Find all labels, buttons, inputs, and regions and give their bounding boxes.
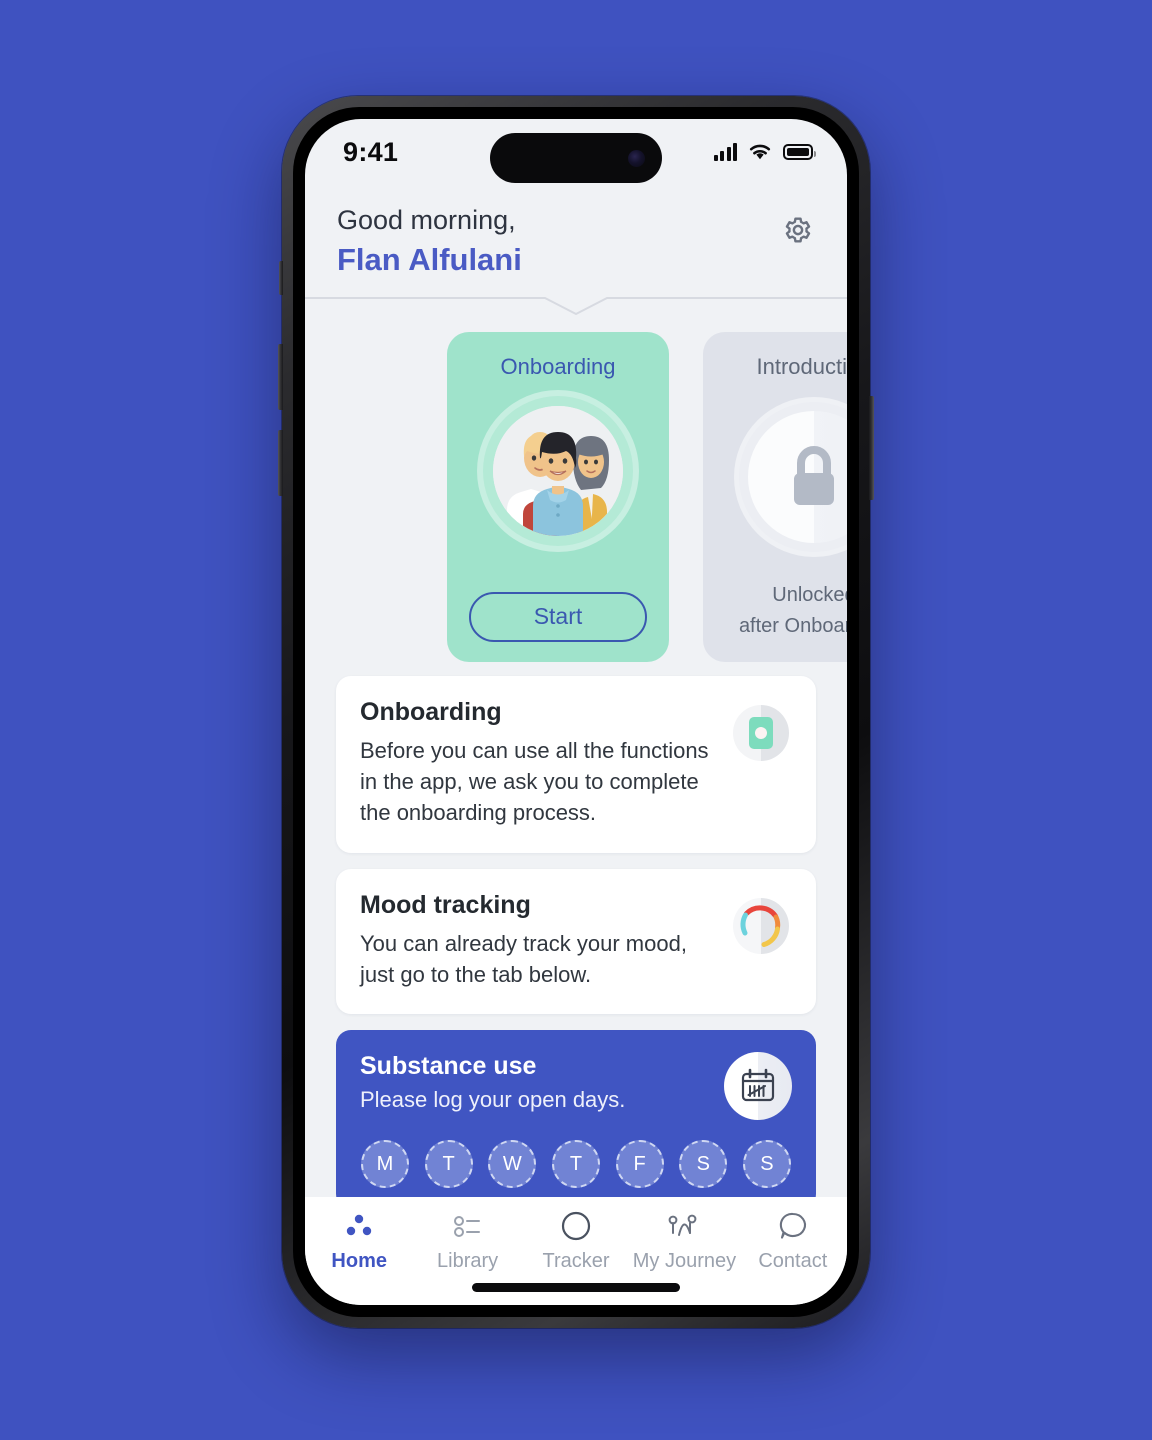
info-card-text: Onboarding Before you can use all the fu… xyxy=(360,698,716,829)
front-camera-icon xyxy=(628,149,645,167)
day-chip-thursday[interactable]: T xyxy=(551,1140,600,1189)
week-days-row[interactable]: M T W T F S S xyxy=(360,1140,792,1189)
volume-up-button[interactable] xyxy=(278,344,283,410)
locked-note: Unlocked after Onboarding xyxy=(739,580,847,642)
mood-donut-icon xyxy=(730,895,792,957)
speech-bubble-icon xyxy=(777,1209,809,1243)
promo-card-onboarding[interactable]: Onboarding Start xyxy=(447,331,669,662)
info-card-text: Mood tracking You can already track your… xyxy=(360,891,716,990)
volume-down-button[interactable] xyxy=(278,430,283,496)
door-progress-icon xyxy=(730,702,792,764)
tab-label: Tracker xyxy=(542,1250,610,1272)
substance-card-top: Substance use Please log your open days. xyxy=(360,1052,792,1121)
page-header: Good morning, Flan Alfulani xyxy=(305,185,847,280)
greeting-text: Good morning, xyxy=(337,205,516,235)
tab-label: My Journey xyxy=(632,1250,737,1272)
three-people-illustration xyxy=(493,405,623,536)
lock-ring xyxy=(739,401,847,552)
tab-contact[interactable]: Contact xyxy=(739,1209,847,1273)
phone-device: 9:41 Good morning, Flan Alfulani Onboard… xyxy=(278,96,874,1328)
dots-home-icon xyxy=(344,1209,374,1243)
info-card-body: Before you can use all the functions in … xyxy=(360,737,709,826)
bottom-tab-bar: Home Library Tracker My Journey Contact xyxy=(305,1197,847,1305)
phone-screen: 9:41 Good morning, Flan Alfulani Onboard… xyxy=(305,119,847,1305)
start-button[interactable]: Start xyxy=(469,591,647,642)
lock-inner xyxy=(748,410,847,543)
tab-label: Home xyxy=(331,1250,387,1272)
status-time: 9:41 xyxy=(343,136,399,167)
day-chip-tuesday[interactable]: T xyxy=(424,1140,473,1189)
cellular-signal-icon xyxy=(713,143,737,161)
tab-library[interactable]: Library xyxy=(413,1209,521,1273)
info-cards-area: Onboarding Before you can use all the fu… xyxy=(305,662,847,1210)
day-chip-sunday[interactable]: S xyxy=(742,1140,791,1189)
gear-icon xyxy=(785,217,811,243)
dynamic-island xyxy=(490,133,662,183)
info-card-title: Mood tracking xyxy=(360,890,531,919)
tab-home[interactable]: Home xyxy=(305,1209,413,1273)
promo-card-title: Onboarding xyxy=(500,353,616,379)
tab-label: Contact xyxy=(758,1250,828,1272)
status-indicators xyxy=(713,143,816,161)
day-chip-monday[interactable]: M xyxy=(361,1140,409,1189)
info-card-onboarding[interactable]: Onboarding Before you can use all the fu… xyxy=(336,675,816,853)
circle-tracker-icon xyxy=(560,1209,592,1243)
info-card-body: You can already track your mood, just go… xyxy=(360,930,687,987)
promo-card-title: Introduction xyxy=(756,353,847,379)
substance-card-title: Substance use xyxy=(360,1052,537,1081)
list-library-icon xyxy=(452,1209,484,1243)
locked-note-line2: after Onboarding xyxy=(738,614,847,637)
substance-card-body: Please log your open days. xyxy=(360,1087,626,1113)
substance-use-card[interactable]: Substance use Please log your open days. xyxy=(336,1030,816,1210)
day-chip-friday[interactable]: F xyxy=(615,1140,664,1189)
settings-button[interactable] xyxy=(775,209,817,251)
tab-tracker[interactable]: Tracker xyxy=(522,1209,630,1273)
info-card-title: Onboarding xyxy=(360,697,502,726)
wifi-icon xyxy=(749,144,771,160)
info-card-mood-tracking[interactable]: Mood tracking You can already track your… xyxy=(336,868,816,1015)
header-divider xyxy=(305,292,847,318)
battery-icon xyxy=(783,144,816,160)
power-button[interactable] xyxy=(869,396,874,500)
promo-card-introduction[interactable]: Introduction Unlocked after Onboarding xyxy=(703,331,847,662)
day-chip-saturday[interactable]: S xyxy=(679,1140,728,1189)
tab-my-journey[interactable]: My Journey xyxy=(630,1209,738,1273)
home-indicator[interactable] xyxy=(472,1283,680,1292)
lock-icon xyxy=(794,445,834,505)
illustration-ring xyxy=(483,395,633,546)
greeting-block: Good morning, Flan Alfulani xyxy=(337,203,775,280)
calendar-tally-icon xyxy=(724,1052,792,1121)
user-name: Flan Alfulani xyxy=(337,241,522,277)
status-bar: 9:41 xyxy=(305,119,847,185)
silent-switch[interactable] xyxy=(279,261,283,295)
day-chip-wednesday[interactable]: W xyxy=(488,1140,537,1189)
promo-carousel[interactable]: Onboarding Start Introducti Unlocke afte… xyxy=(305,324,847,662)
locked-note-line1: Unlocked xyxy=(772,583,847,606)
path-journey-icon xyxy=(666,1209,702,1243)
tab-label: Library xyxy=(437,1250,499,1272)
substance-card-text: Substance use Please log your open days. xyxy=(360,1052,710,1113)
